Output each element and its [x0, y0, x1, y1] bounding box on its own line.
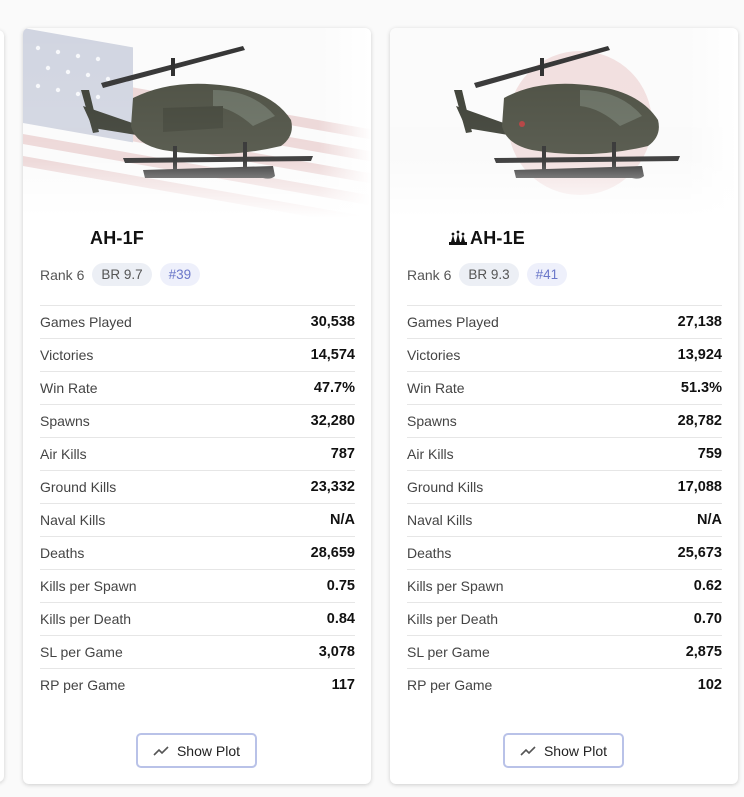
stat-row: RP per Game 102: [407, 668, 722, 701]
stat-value: 3,078: [318, 644, 355, 660]
stat-row: Win Rate 51.3%: [407, 371, 722, 404]
vehicle-name-wrap: AH-1E: [447, 228, 525, 249]
stat-value: 0.70: [693, 611, 722, 627]
show-plot-button[interactable]: Show Plot: [503, 733, 624, 768]
trend-chart-icon: [520, 745, 536, 756]
stat-value: 47.7%: [313, 380, 355, 396]
trend-chart-icon: [153, 745, 169, 756]
stat-label: Victories: [40, 347, 94, 363]
stat-value: N/A: [330, 512, 355, 528]
stat-label: Air Kills: [40, 446, 87, 462]
stat-value: 32,280: [310, 413, 355, 429]
stat-value: 27,138: [677, 314, 722, 330]
stat-label: Games Played: [40, 314, 132, 330]
stat-value: 23,332: [310, 479, 355, 495]
show-plot-button[interactable]: Show Plot: [136, 733, 257, 768]
stat-value: 13,924: [677, 347, 722, 363]
vehicle-meta: Rank 6 BR 9.7 #39: [40, 263, 201, 286]
stat-row: Deaths 25,673: [407, 536, 722, 569]
stat-value: 759: [697, 446, 722, 462]
stat-value: 0.62: [693, 578, 722, 594]
stat-label: SL per Game: [40, 644, 123, 660]
stat-row: Games Played 27,138: [407, 305, 722, 338]
stat-value: 117: [331, 677, 355, 693]
stat-row: Air Kills 759: [407, 437, 722, 470]
stat-value: 28,659: [310, 545, 355, 561]
stat-row: Ground Kills 17,088: [407, 470, 722, 503]
stat-value: 30,538: [310, 314, 355, 330]
vehicle-image-ah-1f: [23, 28, 371, 218]
stat-label: Deaths: [407, 545, 452, 561]
stat-row: Kills per Spawn 0.75: [40, 569, 355, 602]
stat-label: RP per Game: [407, 677, 493, 693]
stat-label: Ground Kills: [40, 479, 117, 495]
stat-label: Win Rate: [40, 380, 98, 396]
stat-row: Naval Kills N/A: [40, 503, 355, 536]
show-plot-label: Show Plot: [176, 742, 241, 759]
stat-label: Victories: [407, 347, 461, 363]
stat-label: Naval Kills: [407, 512, 473, 528]
vehicle-meta: Rank 6 BR 9.3 #41: [407, 263, 568, 286]
stats-list: Games Played 27,138 Victories 13,924 Win R…: [407, 305, 722, 701]
stat-row: RP per Game 117: [40, 668, 355, 701]
stat-value: N/A: [697, 512, 722, 528]
stat-label: RP per Game: [40, 677, 126, 693]
vehicle-image-ah-1e: [390, 28, 738, 218]
rank-label: Rank 6: [40, 266, 85, 283]
stat-row: Kills per Death 0.70: [407, 602, 722, 635]
stat-row: Games Played 30,538: [40, 305, 355, 338]
stat-row: Kills per Spawn 0.62: [407, 569, 722, 602]
stat-row: SL per Game 3,078: [40, 635, 355, 668]
stat-label: Kills per Death: [407, 611, 499, 627]
stat-label: Spawns: [407, 413, 457, 429]
stat-label: Naval Kills: [40, 512, 106, 528]
stat-value: 0.84: [326, 611, 355, 627]
stat-row: SL per Game 2,875: [407, 635, 722, 668]
stat-row: Victories 13,924: [407, 338, 722, 371]
vehicle-name: AH-1F: [90, 227, 144, 248]
previous-card-edge: [0, 30, 4, 782]
stat-label: Spawns: [40, 413, 90, 429]
vehicle-name: AH-1E: [470, 227, 526, 248]
stat-value: 102: [697, 677, 722, 693]
stat-row: Spawns 32,280: [40, 404, 355, 437]
stat-value: 28,782: [677, 413, 722, 429]
stat-row: Kills per Death 0.84: [40, 602, 355, 635]
stat-value: 51.3%: [680, 380, 722, 396]
stat-label: Air Kills: [407, 446, 454, 462]
position-chip: #41: [526, 263, 568, 286]
stat-label: Kills per Death: [40, 611, 132, 627]
stat-row: Ground Kills 23,332: [40, 470, 355, 503]
stat-value: 2,875: [685, 644, 722, 660]
rank-label: Rank 6: [407, 266, 452, 283]
vehicle-card-ah-1f: AH-1F Rank 6 BR 9.7 #39 Games Played 30,5…: [23, 28, 371, 784]
stat-label: Win Rate: [407, 380, 465, 396]
stat-row: Victories 14,574: [40, 338, 355, 371]
stats-list: Games Played 30,538 Victories 14,574 Win R…: [40, 305, 355, 701]
japan-emblem-icon: [449, 230, 467, 245]
br-chip: BR 9.3: [459, 263, 519, 286]
stat-value: 787: [330, 446, 355, 462]
stat-label: Games Played: [407, 314, 499, 330]
stat-row: Win Rate 47.7%: [40, 371, 355, 404]
stat-value: 17,088: [677, 479, 722, 495]
show-plot-label: Show Plot: [543, 742, 608, 759]
stat-value: 14,574: [310, 347, 355, 363]
stat-row: Deaths 28,659: [40, 536, 355, 569]
stat-row: Air Kills 787: [40, 437, 355, 470]
stat-value: 25,673: [677, 545, 722, 561]
stat-row: Spawns 28,782: [407, 404, 722, 437]
vehicle-title-row: AH-1F: [23, 226, 371, 250]
stat-label: SL per Game: [407, 644, 490, 660]
stat-label: Deaths: [40, 545, 85, 561]
stat-value: 0.75: [326, 578, 355, 594]
stat-row: Naval Kills N/A: [407, 503, 722, 536]
stat-label: Ground Kills: [407, 479, 484, 495]
stat-label: Kills per Spawn: [40, 578, 137, 594]
vehicle-title-row: AH-1E: [390, 226, 738, 250]
br-chip: BR 9.7: [92, 263, 152, 286]
stat-label: Kills per Spawn: [407, 578, 504, 594]
vehicle-card-ah-1e: AH-1E Rank 6 BR 9.3 #41 Games Played 27,1…: [390, 28, 738, 784]
position-chip: #39: [159, 263, 201, 286]
